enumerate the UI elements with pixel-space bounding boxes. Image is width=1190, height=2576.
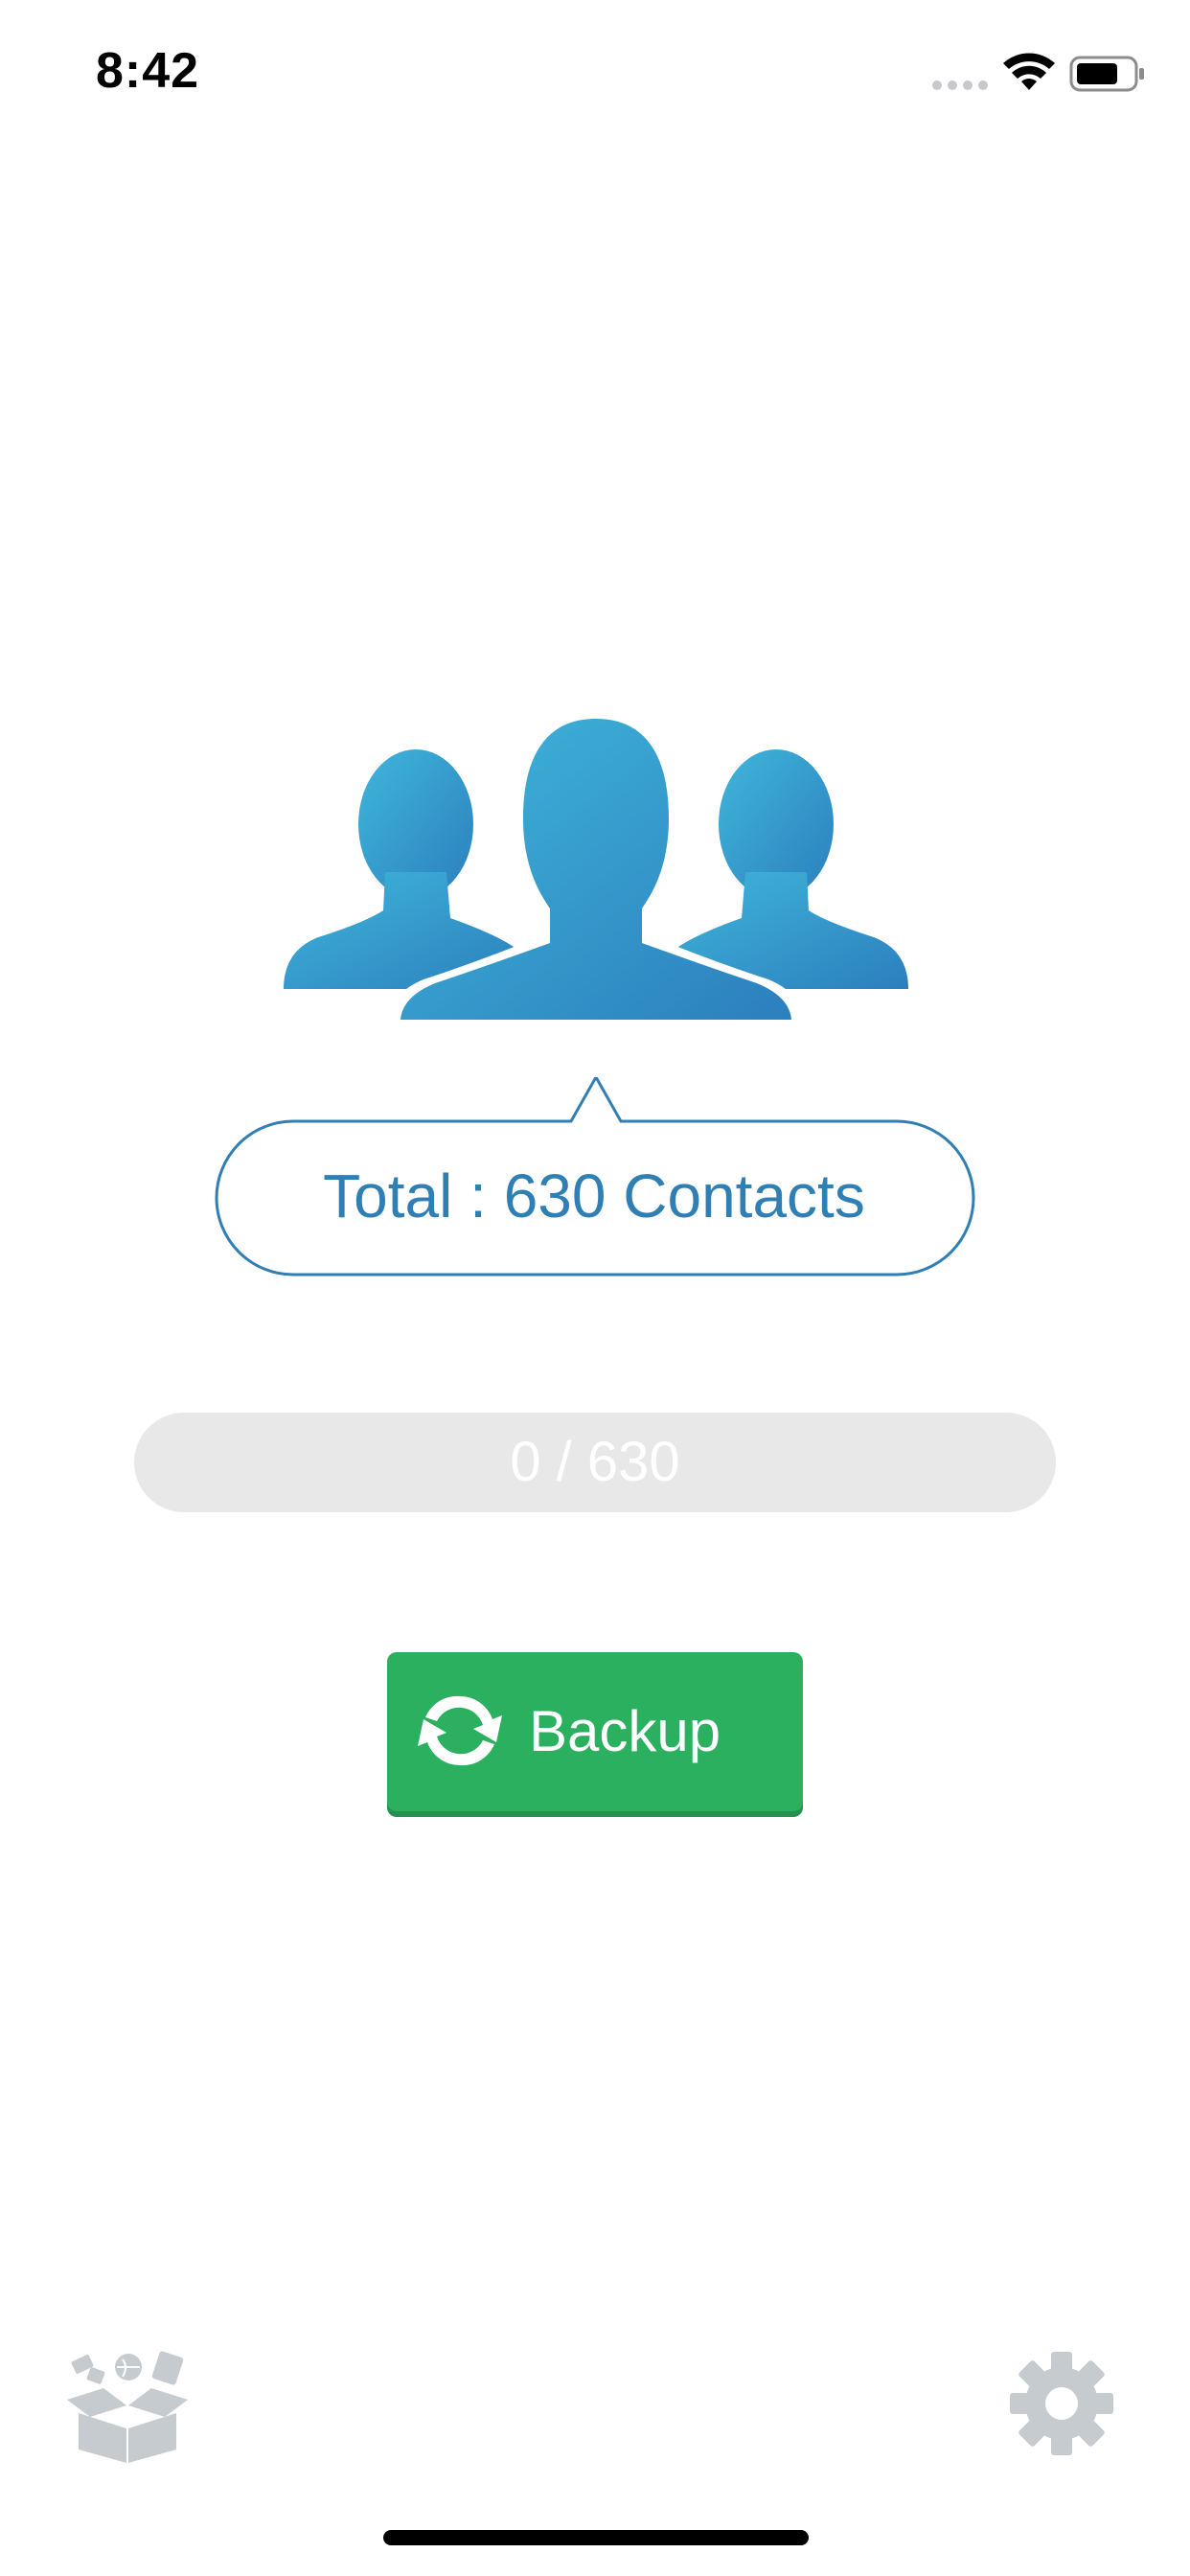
backup-button-label: Backup [529,1699,721,1763]
status-time: 8:42 [96,43,200,99]
home-indicator[interactable] [383,2530,809,2545]
wifi-icon [1003,53,1055,90]
total-contacts-bubble: Total : 630 Contacts [207,1077,981,1278]
battery-icon [1069,56,1144,92]
gear-icon[interactable] [1008,2350,1115,2457]
cellular-signal-icon [932,80,988,90]
contacts-group-icon [284,709,908,1020]
refresh-icon [418,1695,502,1766]
backup-screen: 8:42 Total: 630 Contacts 0 / 630 Backup [0,0,1190,2576]
progress-label: 0 / 630 [510,1431,680,1493]
backup-button[interactable]: Backup [387,1652,803,1811]
backup-progress-bar: 0 / 630 [134,1413,1056,1512]
total-contacts-label: Total : 630 Contacts [323,1162,865,1230]
box-icon[interactable] [59,2350,195,2465]
